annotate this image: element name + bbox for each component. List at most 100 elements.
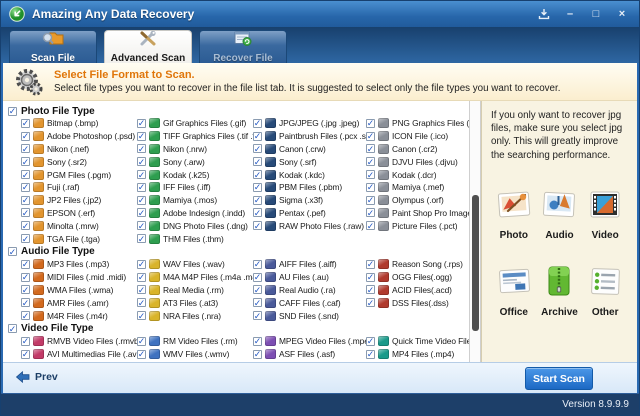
file-type-checkbox[interactable]: ✓	[137, 183, 146, 192]
file-type-checkbox[interactable]: ✓	[253, 350, 262, 359]
file-type-checkbox[interactable]: ✓	[137, 260, 146, 269]
file-type-checkbox[interactable]: ✓	[137, 132, 146, 141]
file-type-checkbox[interactable]: ✓	[366, 144, 375, 153]
download-button[interactable]	[535, 6, 553, 22]
file-type-checkbox[interactable]: ✓	[253, 144, 262, 153]
file-type-checkbox[interactable]: ✓	[253, 298, 262, 307]
file-type-item: ✓MIDI Files (.mid .midi)	[21, 271, 137, 284]
file-type-checkbox[interactable]: ✓	[253, 260, 262, 269]
file-type-label: M4R Files (.m4r)	[47, 311, 108, 321]
file-type-checkbox[interactable]: ✓	[137, 157, 146, 166]
file-type-checkbox[interactable]: ✓	[21, 285, 30, 294]
file-type-checkbox[interactable]: ✓	[137, 298, 146, 307]
scrollbar-thumb[interactable]	[472, 195, 479, 331]
file-type-icon	[149, 208, 160, 218]
file-type-checkbox[interactable]: ✓	[366, 208, 375, 217]
file-type-checkbox[interactable]: ✓	[366, 285, 375, 294]
file-type-checkbox[interactable]: ✓	[21, 170, 30, 179]
file-type-checkbox[interactable]: ✓	[21, 260, 30, 269]
file-type-checkbox[interactable]: ✓	[137, 337, 146, 346]
tab-recover-file[interactable]: Recover File	[199, 30, 287, 63]
file-type-checkbox[interactable]: ✓	[21, 208, 30, 217]
file-type-checkbox[interactable]: ✓	[253, 196, 262, 205]
file-type-checkbox[interactable]: ✓	[137, 311, 146, 320]
file-type-checkbox[interactable]: ✓	[21, 119, 30, 128]
file-type-checkbox[interactable]: ✓	[21, 196, 30, 205]
file-type-checkbox[interactable]: ✓	[21, 157, 30, 166]
file-type-checkbox[interactable]: ✓	[366, 157, 375, 166]
file-type-icon	[149, 221, 160, 231]
file-type-label: Picture Files (.pct)	[392, 221, 457, 231]
file-type-checkbox[interactable]: ✓	[253, 208, 262, 217]
start-scan-button[interactable]: Start Scan	[525, 367, 593, 390]
file-type-checkbox[interactable]: ✓	[137, 119, 146, 128]
category-label: Other	[592, 307, 619, 318]
file-type-checkbox[interactable]: ✓	[137, 350, 146, 359]
file-type-checkbox[interactable]: ✓	[366, 196, 375, 205]
file-type-item: ✓ ASF Files (.asf)	[253, 348, 366, 361]
section-checkbox[interactable]: ✓	[8, 107, 17, 116]
file-type-checkbox[interactable]: ✓	[366, 119, 375, 128]
tab-scan-file[interactable]: Scan File	[9, 30, 97, 63]
file-type-icon	[149, 234, 160, 244]
file-type-checkbox[interactable]: ✓	[21, 132, 30, 141]
file-type-checkbox[interactable]: ✓	[253, 337, 262, 346]
file-type-checkbox[interactable]: ✓	[253, 311, 262, 320]
file-type-label: Minolta (.mrw)	[47, 221, 99, 231]
file-type-checkbox[interactable]: ✓	[21, 298, 30, 307]
file-type-label: Adobe Photoshop (.psd)	[47, 131, 135, 141]
file-type-checkbox[interactable]: ✓	[366, 183, 375, 192]
file-type-checkbox[interactable]: ✓	[21, 144, 30, 153]
file-type-checkbox[interactable]: ✓	[366, 337, 375, 346]
file-type-checkbox[interactable]: ✓	[137, 285, 146, 294]
file-type-checkbox[interactable]: ✓	[137, 196, 146, 205]
file-type-checkbox[interactable]: ✓	[253, 183, 262, 192]
file-type-icon	[378, 118, 389, 128]
file-type-label: Sony (.sr2)	[47, 157, 87, 167]
file-type-checkbox[interactable]: ✓	[253, 221, 262, 230]
file-type-checkbox[interactable]: ✓	[21, 221, 30, 230]
file-type-checkbox[interactable]: ✓	[366, 132, 375, 141]
file-type-checkbox[interactable]: ✓	[366, 260, 375, 269]
file-type-checkbox[interactable]: ✓	[137, 221, 146, 230]
file-type-checkbox[interactable]: ✓	[366, 350, 375, 359]
file-type-checkbox[interactable]: ✓	[137, 208, 146, 217]
section-checkbox[interactable]: ✓	[8, 324, 17, 333]
file-type-checkbox[interactable]: ✓	[21, 183, 30, 192]
file-type-checkbox[interactable]: ✓	[366, 273, 375, 282]
vertical-scrollbar[interactable]	[469, 101, 481, 362]
file-type-checkbox[interactable]: ✓	[253, 157, 262, 166]
file-type-label: ASF Files (.asf)	[279, 349, 335, 359]
file-type-checkbox[interactable]: ✓	[137, 234, 146, 243]
file-type-item: ✓Sony (.srf)	[253, 155, 366, 168]
file-type-label: OGG Files(.ogg)	[392, 272, 452, 282]
file-type-checkbox[interactable]: ✓	[21, 273, 30, 282]
section-checkbox[interactable]: ✓	[8, 247, 17, 256]
file-type-checkbox[interactable]: ✓	[366, 298, 375, 307]
file-type-icon	[265, 131, 276, 141]
file-type-item: ✓RAW Photo Files (.raw)	[253, 219, 366, 232]
minimize-button[interactable]: –	[561, 6, 579, 22]
file-type-checkbox[interactable]: ✓	[253, 285, 262, 294]
file-type-checkbox[interactable]: ✓	[253, 132, 262, 141]
file-type-icon	[265, 221, 276, 231]
file-type-checkbox[interactable]: ✓	[21, 234, 30, 243]
file-type-checkbox[interactable]: ✓	[253, 170, 262, 179]
file-type-checkbox[interactable]: ✓	[253, 273, 262, 282]
prev-button[interactable]: Prev	[15, 371, 58, 383]
file-type-checkbox[interactable]: ✓	[137, 273, 146, 282]
maximize-button[interactable]: □	[587, 6, 605, 22]
file-type-checkbox[interactable]: ✓	[366, 170, 375, 179]
file-type-checkbox[interactable]: ✓	[21, 350, 30, 359]
file-type-checkbox[interactable]: ✓	[137, 170, 146, 179]
file-type-label: Pentax (.pef)	[279, 208, 326, 218]
close-button[interactable]: ×	[613, 6, 631, 22]
file-type-checkbox[interactable]: ✓	[366, 221, 375, 230]
tab-advanced-scan[interactable]: Advanced Scan	[104, 30, 192, 63]
file-type-checkbox[interactable]: ✓	[253, 119, 262, 128]
file-type-icon	[378, 170, 389, 180]
file-type-checkbox[interactable]: ✓	[21, 337, 30, 346]
file-type-checkbox[interactable]: ✓	[137, 144, 146, 153]
file-type-icon	[33, 182, 44, 192]
file-type-checkbox[interactable]: ✓	[21, 311, 30, 320]
